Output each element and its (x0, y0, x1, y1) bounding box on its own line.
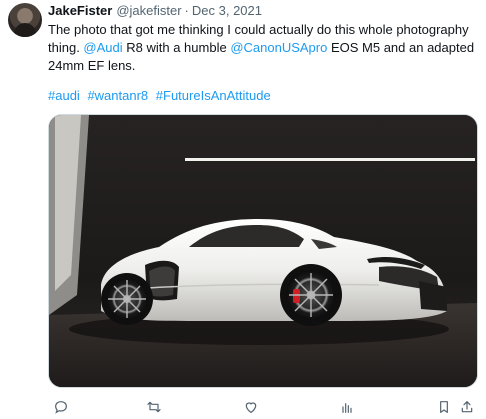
share-button[interactable] (458, 398, 476, 416)
share-icon (461, 401, 473, 413)
text-fragment: thing. (48, 40, 84, 55)
retweet-icon (147, 401, 161, 413)
text-fragment: R8 with a humble (122, 40, 231, 55)
tweet-text-line-1: The photo that got me thinking I could a… (48, 22, 469, 37)
bookmark-icon (440, 401, 448, 413)
car-photo-illustration (49, 115, 477, 387)
views-button[interactable] (338, 398, 356, 416)
retweet-button[interactable] (145, 398, 163, 416)
tweet-photo[interactable] (48, 114, 478, 388)
tweet-text-line-3: 24mm EF lens. (48, 58, 136, 73)
tweet-date[interactable]: Dec 3, 2021 (192, 3, 262, 19)
hashtag-futureisanattitude-link[interactable]: #FutureIsAnAttitude (156, 88, 271, 103)
text-fragment: EOS M5 and an adapted (327, 40, 475, 55)
hashtag-row: #audi #wantanr8 #FutureIsAnAttitude (48, 87, 271, 105)
hashtag-wantanr8-link[interactable]: #wantanr8 (87, 88, 148, 103)
mention-audi-link[interactable]: @Audi (83, 40, 122, 55)
author-handle[interactable]: @jakefister (116, 3, 181, 19)
tweet-text: The photo that got me thinking I could a… (48, 21, 478, 75)
avatar[interactable] (8, 3, 42, 37)
tweet-header: JakeFister @jakefister · Dec 3, 2021 (48, 3, 262, 19)
tweet-actions (48, 396, 478, 416)
tweet[interactable]: JakeFister @jakefister · Dec 3, 2021 The… (0, 0, 486, 419)
reply-button[interactable] (52, 398, 70, 416)
tweet-text-line-2: thing. @Audi R8 with a humble @CanonUSAp… (48, 39, 478, 57)
reply-icon (55, 401, 67, 414)
mention-canon-link[interactable]: @CanonUSApro (230, 40, 327, 55)
heart-icon (245, 402, 257, 413)
header-separator: · (184, 3, 189, 18)
hashtag-audi-link[interactable]: #audi (48, 88, 80, 103)
views-icon (342, 403, 352, 413)
like-button[interactable] (242, 398, 260, 416)
author-name[interactable]: JakeFister (48, 3, 112, 19)
bookmark-button[interactable] (435, 398, 453, 416)
